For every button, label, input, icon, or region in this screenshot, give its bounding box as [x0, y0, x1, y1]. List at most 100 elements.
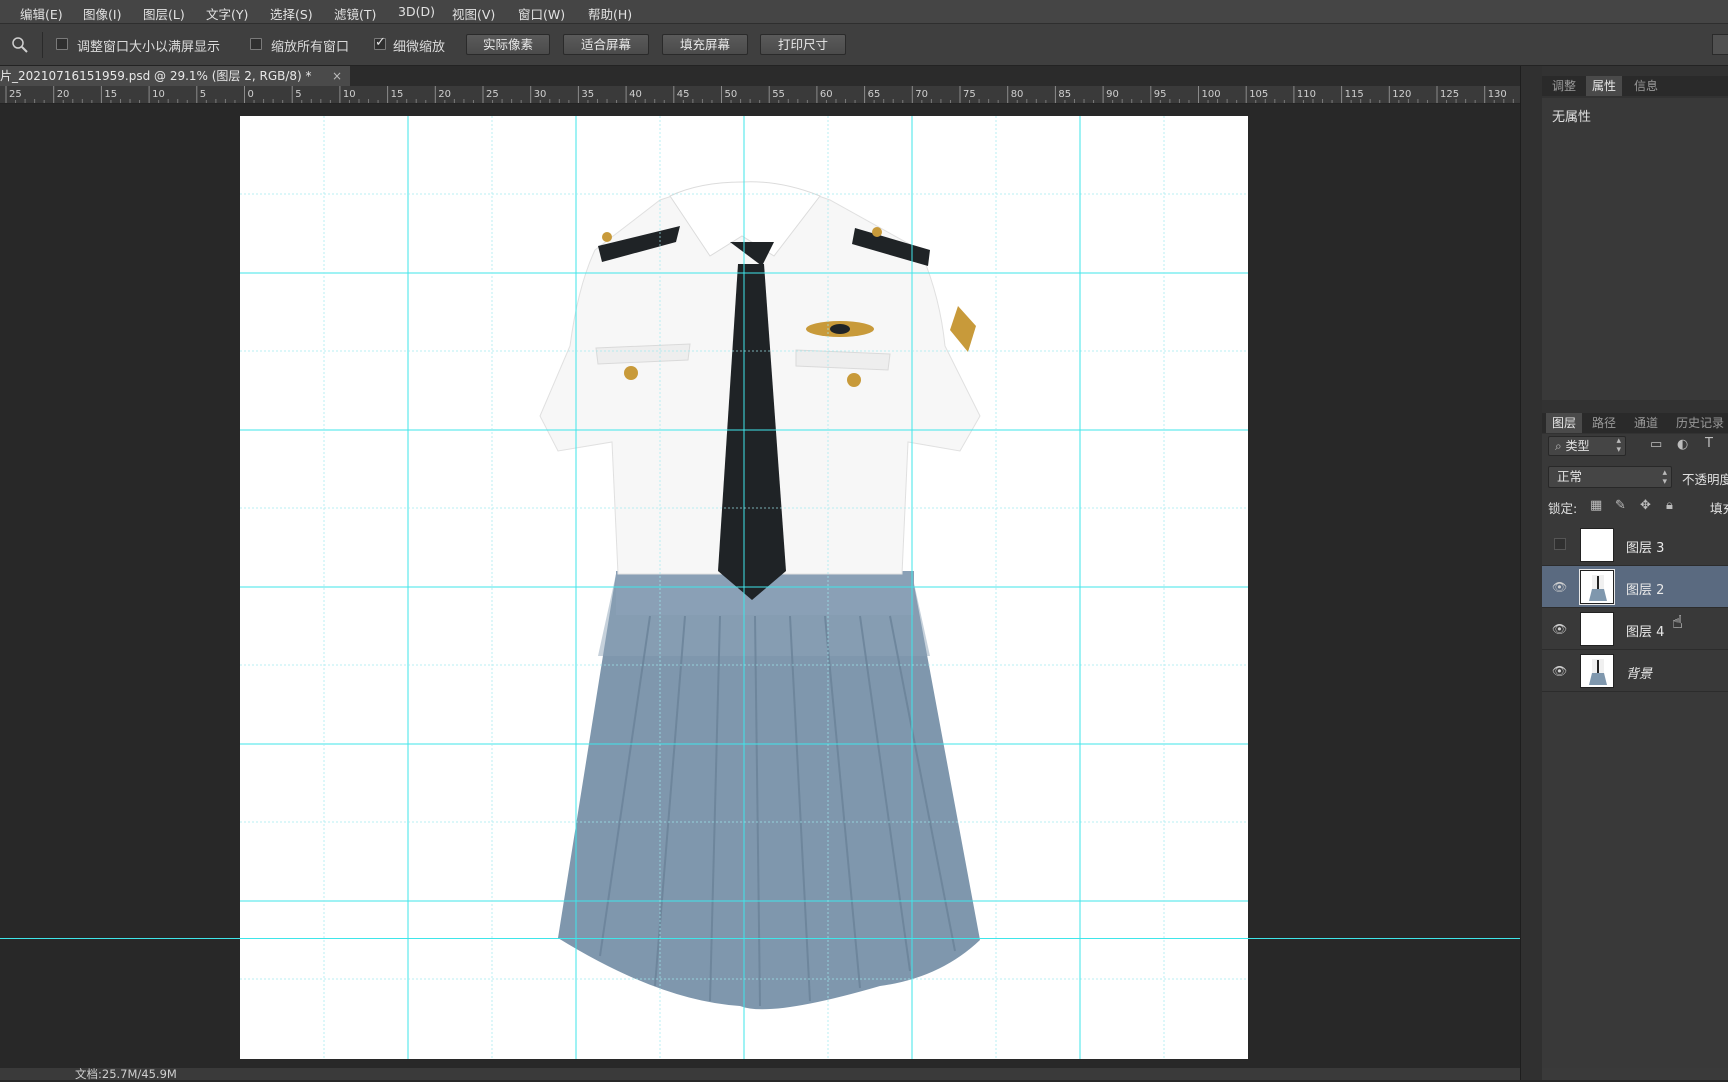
ruler-label: 15 [391, 89, 404, 100]
resize-windows-label: 调整窗口大小以满屏显示 [77, 40, 221, 55]
uniform-thumbnail-icon [1589, 575, 1607, 601]
tab-paths[interactable]: 路径 [1586, 413, 1622, 433]
tab-adjustments[interactable]: 调整 [1546, 76, 1582, 96]
image-filter-icon[interactable]: ▭ [1650, 437, 1662, 452]
ruler-label: 20 [438, 89, 451, 100]
visibility-toggle-empty[interactable] [1554, 538, 1566, 550]
scrubby-zoom-checkbox[interactable] [374, 35, 386, 50]
layer-row-background[interactable]: 👁︎ 背景 [1542, 650, 1728, 692]
no-properties-text: 无属性 [1552, 110, 1592, 125]
document-canvas[interactable] [240, 116, 1248, 1059]
eye-icon[interactable]: 👁︎ [1552, 622, 1568, 636]
layer-thumbnail [1580, 612, 1614, 646]
ruler-label: 20 [57, 89, 70, 100]
horizontal-guide[interactable] [0, 938, 1520, 939]
lock-transparent-icon[interactable]: ▦ [1590, 498, 1602, 513]
fill-label: 填充 [1710, 501, 1728, 516]
layer-filter-select[interactable]: ⌕ 类型 ▴ ▾ [1548, 436, 1626, 456]
ruler-label: 100 [1202, 89, 1221, 100]
ruler-label: 30 [534, 89, 547, 100]
ruler-ticks: 25 20 15 10 5 0 5 10 15 20 25 30 35 40 45 50 55 60 65 70 75 8… [5, 86, 1514, 103]
divider [42, 32, 43, 58]
ruler-label: 65 [868, 89, 881, 100]
tab-channels[interactable]: 通道 [1628, 413, 1664, 433]
menu-type[interactable]: 文字(Y) [206, 4, 248, 23]
zoom-all-windows-checkbox[interactable] [250, 38, 262, 50]
menu-view[interactable]: 视图(V) [452, 4, 495, 23]
search-icon: ⌕ [1555, 439, 1566, 453]
layer-thumbnail [1579, 569, 1615, 605]
ruler-label: 115 [1345, 89, 1364, 100]
eye-icon[interactable]: 👁︎ [1552, 664, 1568, 678]
zoom-all-windows-label: 缩放所有窗口 [271, 40, 350, 55]
menu-bar: 编辑(E) 图像(I) 图层(L) 文字(Y) 选择(S) 滤镜(T) 3D(D… [0, 0, 1728, 24]
layer-row-2[interactable]: 👁︎ 图层 2 [1542, 566, 1728, 608]
menu-select[interactable]: 选择(S) [270, 4, 313, 23]
menu-layer[interactable]: 图层(L) [143, 4, 185, 23]
ruler-label: 40 [629, 89, 642, 100]
ruler-label: 120 [1392, 89, 1411, 100]
ruler-label: 10 [343, 89, 356, 100]
panel-dock-strip [1520, 66, 1542, 1080]
ruler-label: 125 [1440, 89, 1459, 100]
lock-paint-icon[interactable]: ✎ [1615, 498, 1626, 513]
layer-thumbnail [1580, 654, 1614, 688]
print-size-button[interactable]: 打印尺寸 [760, 34, 846, 55]
ruler-label: 90 [1106, 89, 1119, 100]
uniform-image [539, 181, 981, 1010]
ruler-label: 75 [963, 89, 976, 100]
ruler-label: 50 [725, 89, 738, 100]
menu-edit[interactable]: 编辑(E) [20, 4, 63, 23]
ruler-label: 5 [295, 89, 301, 100]
ruler-label: 130 [1488, 89, 1507, 100]
close-tab-icon[interactable]: × [332, 66, 342, 86]
menu-help[interactable]: 帮助(H) [588, 4, 632, 23]
hand-cursor-icon: ☝ [1672, 612, 1683, 633]
layer-name: 图层 4 [1626, 625, 1665, 640]
ruler-label: 80 [1011, 89, 1024, 100]
ruler-label: 35 [581, 89, 594, 100]
layer-name: 图层 3 [1626, 541, 1665, 556]
menu-filter[interactable]: 滤镜(T) [334, 4, 376, 23]
adjustment-filter-icon[interactable]: ◐ [1677, 437, 1688, 452]
type-filter-icon[interactable]: T [1705, 436, 1713, 451]
tab-info[interactable]: 信息 [1628, 76, 1664, 96]
document-tab[interactable]: 片_20210716151959.psd @ 29.1% (图层 2, RGB/… [0, 66, 350, 86]
ruler-label: 105 [1249, 89, 1268, 100]
lock-all-icon[interactable]: 🔒︎ [1666, 498, 1673, 513]
workspace-button[interactable] [1712, 34, 1728, 55]
menu-image[interactable]: 图像(I) [83, 4, 121, 23]
ruler-label: 25 [486, 89, 499, 100]
tab-layers[interactable]: 图层 [1546, 413, 1583, 433]
lock-position-icon[interactable]: ✥ [1640, 498, 1651, 513]
zoom-tool-icon[interactable] [10, 35, 30, 55]
ruler-label: 85 [1058, 89, 1071, 100]
ruler-label: 55 [772, 89, 785, 100]
layers-footer [1542, 1068, 1728, 1080]
status-bar: 文档:25.7M/45.9M [0, 1067, 1540, 1081]
fill-screen-button[interactable]: 填充屏幕 [662, 34, 748, 55]
actual-pixels-button[interactable]: 实际像素 [466, 34, 550, 55]
menu-3d[interactable]: 3D(D) [398, 4, 435, 19]
layer-row-3[interactable]: 图层 3 [1542, 524, 1728, 566]
ruler-label: 110 [1297, 89, 1316, 100]
properties-panel-body [1542, 98, 1728, 400]
ruler-label: 15 [104, 89, 117, 100]
menu-window[interactable]: 窗口(W) [518, 4, 565, 23]
blend-mode-select[interactable]: 正常 ▴ ▾ [1548, 466, 1672, 488]
layer-name: 图层 2 [1626, 583, 1665, 598]
ruler-label: 95 [1154, 89, 1167, 100]
eye-icon[interactable]: 👁︎ [1552, 580, 1568, 594]
fit-screen-button[interactable]: 适合屏幕 [563, 34, 649, 55]
layers-tabs: 图层 路径 通道 历史记录 [1542, 413, 1728, 433]
document-tab-bar: 片_20210716151959.psd @ 29.1% (图层 2, RGB/… [0, 66, 1540, 86]
tab-properties[interactable]: 属性 [1586, 76, 1623, 96]
layer-name: 背景 [1626, 667, 1653, 682]
tab-history[interactable]: 历史记录 [1670, 413, 1728, 433]
updown-arrows-icon: ▴ ▾ [1662, 468, 1667, 487]
resize-windows-checkbox[interactable] [56, 38, 68, 50]
ruler-label: 45 [677, 89, 690, 100]
scrubby-zoom-label: 细微缩放 [393, 40, 446, 55]
layer-row-4[interactable]: 👁︎ 图层 4 [1542, 608, 1728, 650]
opacity-label: 不透明度 [1682, 472, 1728, 487]
